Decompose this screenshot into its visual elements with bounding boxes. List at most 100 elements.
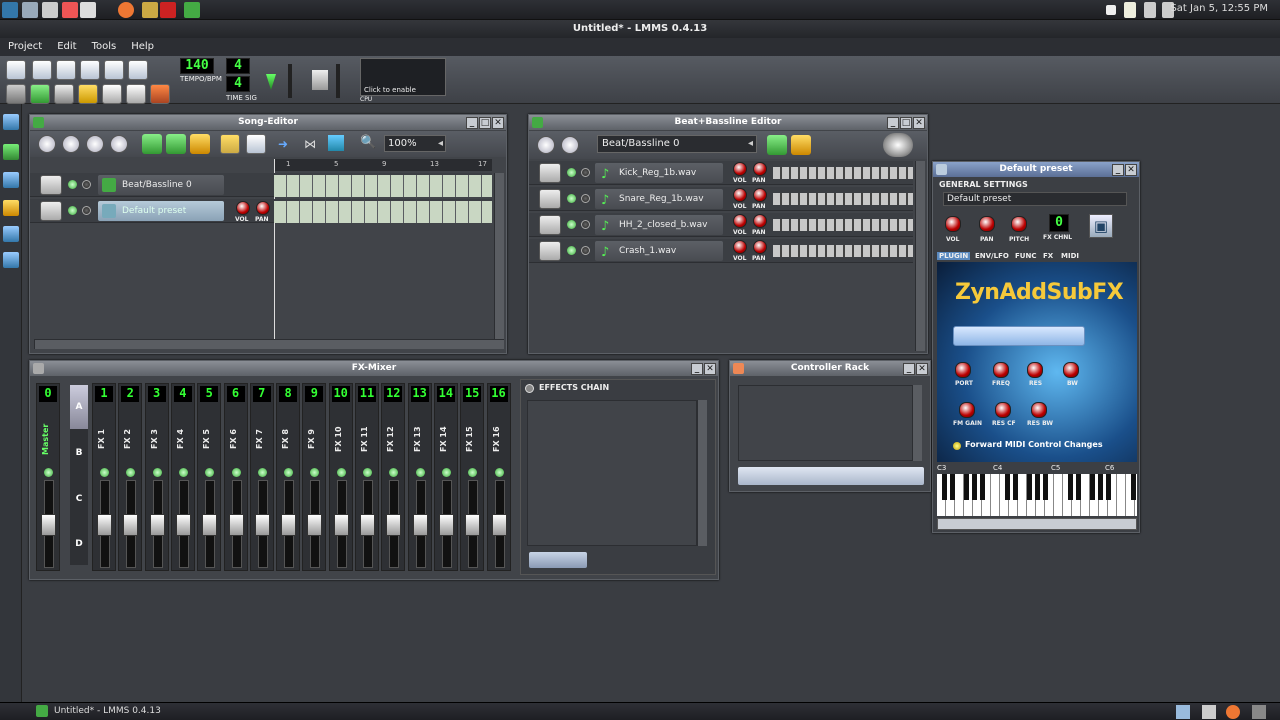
channel-active-led[interactable] bbox=[494, 468, 504, 477]
mute-toggle[interactable] bbox=[68, 206, 77, 215]
new-from-template-button[interactable] bbox=[32, 60, 52, 80]
track-actions-button[interactable] bbox=[40, 201, 62, 221]
close-button[interactable]: ✕ bbox=[916, 363, 928, 375]
fader-handle[interactable] bbox=[281, 514, 297, 536]
export-button[interactable] bbox=[128, 60, 148, 80]
channel-active-led[interactable] bbox=[205, 468, 215, 477]
maximize-button[interactable]: □ bbox=[900, 117, 912, 129]
channel-active-led[interactable] bbox=[415, 468, 425, 477]
minimize-button[interactable]: _ bbox=[691, 363, 703, 375]
fx-channel[interactable]: 2 FX 2 bbox=[118, 383, 143, 571]
mute-toggle[interactable] bbox=[68, 180, 77, 189]
minimize-button[interactable]: _ bbox=[903, 363, 915, 375]
beat-editor-titlebar[interactable]: Beat+Bassline Editor _ □ ✕ bbox=[529, 115, 927, 130]
master-channel[interactable]: 0 Master bbox=[36, 383, 60, 571]
auto-scroll-icon[interactable] bbox=[328, 135, 344, 151]
tab-env-lfo[interactable]: ENV/LFO bbox=[975, 252, 1009, 260]
res-bw-knob[interactable] bbox=[1031, 402, 1047, 418]
instrument-pitch-knob[interactable] bbox=[1011, 216, 1027, 232]
fx-channel[interactable]: 6 FX 6 bbox=[223, 383, 248, 571]
tools-icon[interactable] bbox=[142, 2, 158, 18]
mute-toggle[interactable] bbox=[567, 246, 576, 255]
draw-mode-button[interactable] bbox=[220, 134, 240, 154]
minimize-button[interactable]: _ bbox=[466, 117, 478, 129]
master-pitch-slider[interactable] bbox=[336, 64, 340, 98]
save-project-button[interactable] bbox=[104, 60, 124, 80]
midi-forward-led[interactable] bbox=[953, 442, 961, 450]
fx-channel[interactable]: 7 FX 7 bbox=[249, 383, 274, 571]
controller-list[interactable] bbox=[738, 385, 914, 461]
channel-active-led[interactable] bbox=[336, 468, 346, 477]
my-samples-icon[interactable] bbox=[3, 172, 19, 188]
save-preset-icon[interactable]: ▣ bbox=[1089, 214, 1113, 238]
editor-icon[interactable] bbox=[80, 2, 96, 18]
step-sequencer[interactable] bbox=[773, 245, 913, 257]
pan-knob[interactable] bbox=[256, 201, 270, 215]
menu-edit[interactable]: Edit bbox=[49, 38, 83, 52]
close-button[interactable]: ✕ bbox=[704, 363, 716, 375]
arrow-icon[interactable]: ➜ bbox=[278, 137, 292, 151]
fader-handle[interactable] bbox=[228, 514, 244, 536]
fader-handle[interactable] bbox=[149, 514, 165, 536]
fader-handle[interactable] bbox=[202, 514, 218, 536]
my-home-icon[interactable] bbox=[3, 226, 19, 242]
timesig-denominator[interactable]: 4 bbox=[226, 76, 250, 92]
channel-active-led[interactable] bbox=[126, 468, 136, 477]
my-presets-icon[interactable] bbox=[3, 200, 19, 216]
trash-icon[interactable] bbox=[1252, 705, 1266, 719]
add-controller-button[interactable] bbox=[738, 467, 924, 485]
track-actions-button[interactable] bbox=[40, 175, 62, 195]
root-directory-icon[interactable] bbox=[3, 252, 19, 268]
play-button[interactable] bbox=[537, 136, 555, 154]
fx-channel[interactable]: 16 FX 16 bbox=[486, 383, 511, 571]
fx-channel[interactable]: 4 FX 4 bbox=[170, 383, 195, 571]
black-keys[interactable] bbox=[937, 474, 1137, 500]
close-button[interactable]: ✕ bbox=[913, 117, 925, 129]
volume-knob[interactable] bbox=[733, 188, 747, 202]
master-volume-slider[interactable] bbox=[288, 64, 292, 98]
channel-active-led[interactable] bbox=[231, 468, 241, 477]
fx-mixer-titlebar[interactable]: FX-Mixer _ ✕ bbox=[30, 361, 718, 376]
menu-tools[interactable]: Tools bbox=[84, 38, 124, 52]
instrument-pan-knob[interactable] bbox=[979, 216, 995, 232]
close-button[interactable]: ✕ bbox=[1125, 164, 1137, 176]
stop-button[interactable] bbox=[110, 135, 128, 153]
channel-active-led[interactable] bbox=[468, 468, 478, 477]
mute-toggle[interactable] bbox=[567, 168, 576, 177]
workspace-icon[interactable] bbox=[1176, 705, 1190, 719]
my-projects-icon[interactable] bbox=[3, 144, 19, 160]
track-actions-button[interactable] bbox=[539, 163, 561, 183]
beat-editor-button[interactable] bbox=[30, 84, 50, 104]
volume-knob[interactable] bbox=[733, 162, 747, 176]
notes-icon[interactable] bbox=[1202, 705, 1216, 719]
settings-icon[interactable] bbox=[62, 2, 78, 18]
add-sample-track-button[interactable] bbox=[166, 134, 186, 154]
track-name-button[interactable]: ♪ Kick_Reg_1b.wav bbox=[595, 163, 723, 183]
channel-active-led[interactable] bbox=[100, 468, 109, 477]
step-sequencer[interactable] bbox=[773, 167, 913, 179]
pan-knob[interactable] bbox=[753, 162, 767, 176]
song-editor-titlebar[interactable]: Song-Editor _ □ ✕ bbox=[30, 115, 506, 130]
channel-active-led[interactable] bbox=[257, 468, 267, 477]
piano-roll-button[interactable] bbox=[54, 84, 74, 104]
edit-mode-button[interactable] bbox=[246, 134, 266, 154]
track-name-button[interactable]: Beat/Bassline 0 bbox=[98, 175, 224, 195]
track-actions-button[interactable] bbox=[539, 241, 561, 261]
menu-help[interactable]: Help bbox=[123, 38, 161, 52]
horizontal-scrollbar[interactable] bbox=[34, 339, 504, 349]
channel-active-led[interactable] bbox=[441, 468, 451, 477]
beat-bassline-select[interactable]: Beat/Bassline 0 ◂ bbox=[597, 135, 757, 153]
terminal-icon[interactable] bbox=[42, 2, 58, 18]
record-play-button[interactable] bbox=[86, 135, 104, 153]
timesig-numerator[interactable]: 4 bbox=[226, 58, 250, 74]
bank-c-button[interactable]: C bbox=[70, 477, 88, 521]
volume-knob[interactable] bbox=[236, 201, 250, 215]
fader-handle[interactable] bbox=[412, 514, 428, 536]
loop-icon[interactable]: ⋈ bbox=[304, 137, 318, 151]
fader-handle[interactable] bbox=[491, 514, 507, 536]
close-button[interactable]: ✕ bbox=[492, 117, 504, 129]
preset-name-field[interactable]: Default preset bbox=[943, 192, 1127, 206]
add-beat-track-button[interactable] bbox=[142, 134, 162, 154]
tempo-display[interactable]: 140 bbox=[180, 58, 214, 74]
solo-toggle[interactable] bbox=[581, 246, 590, 255]
